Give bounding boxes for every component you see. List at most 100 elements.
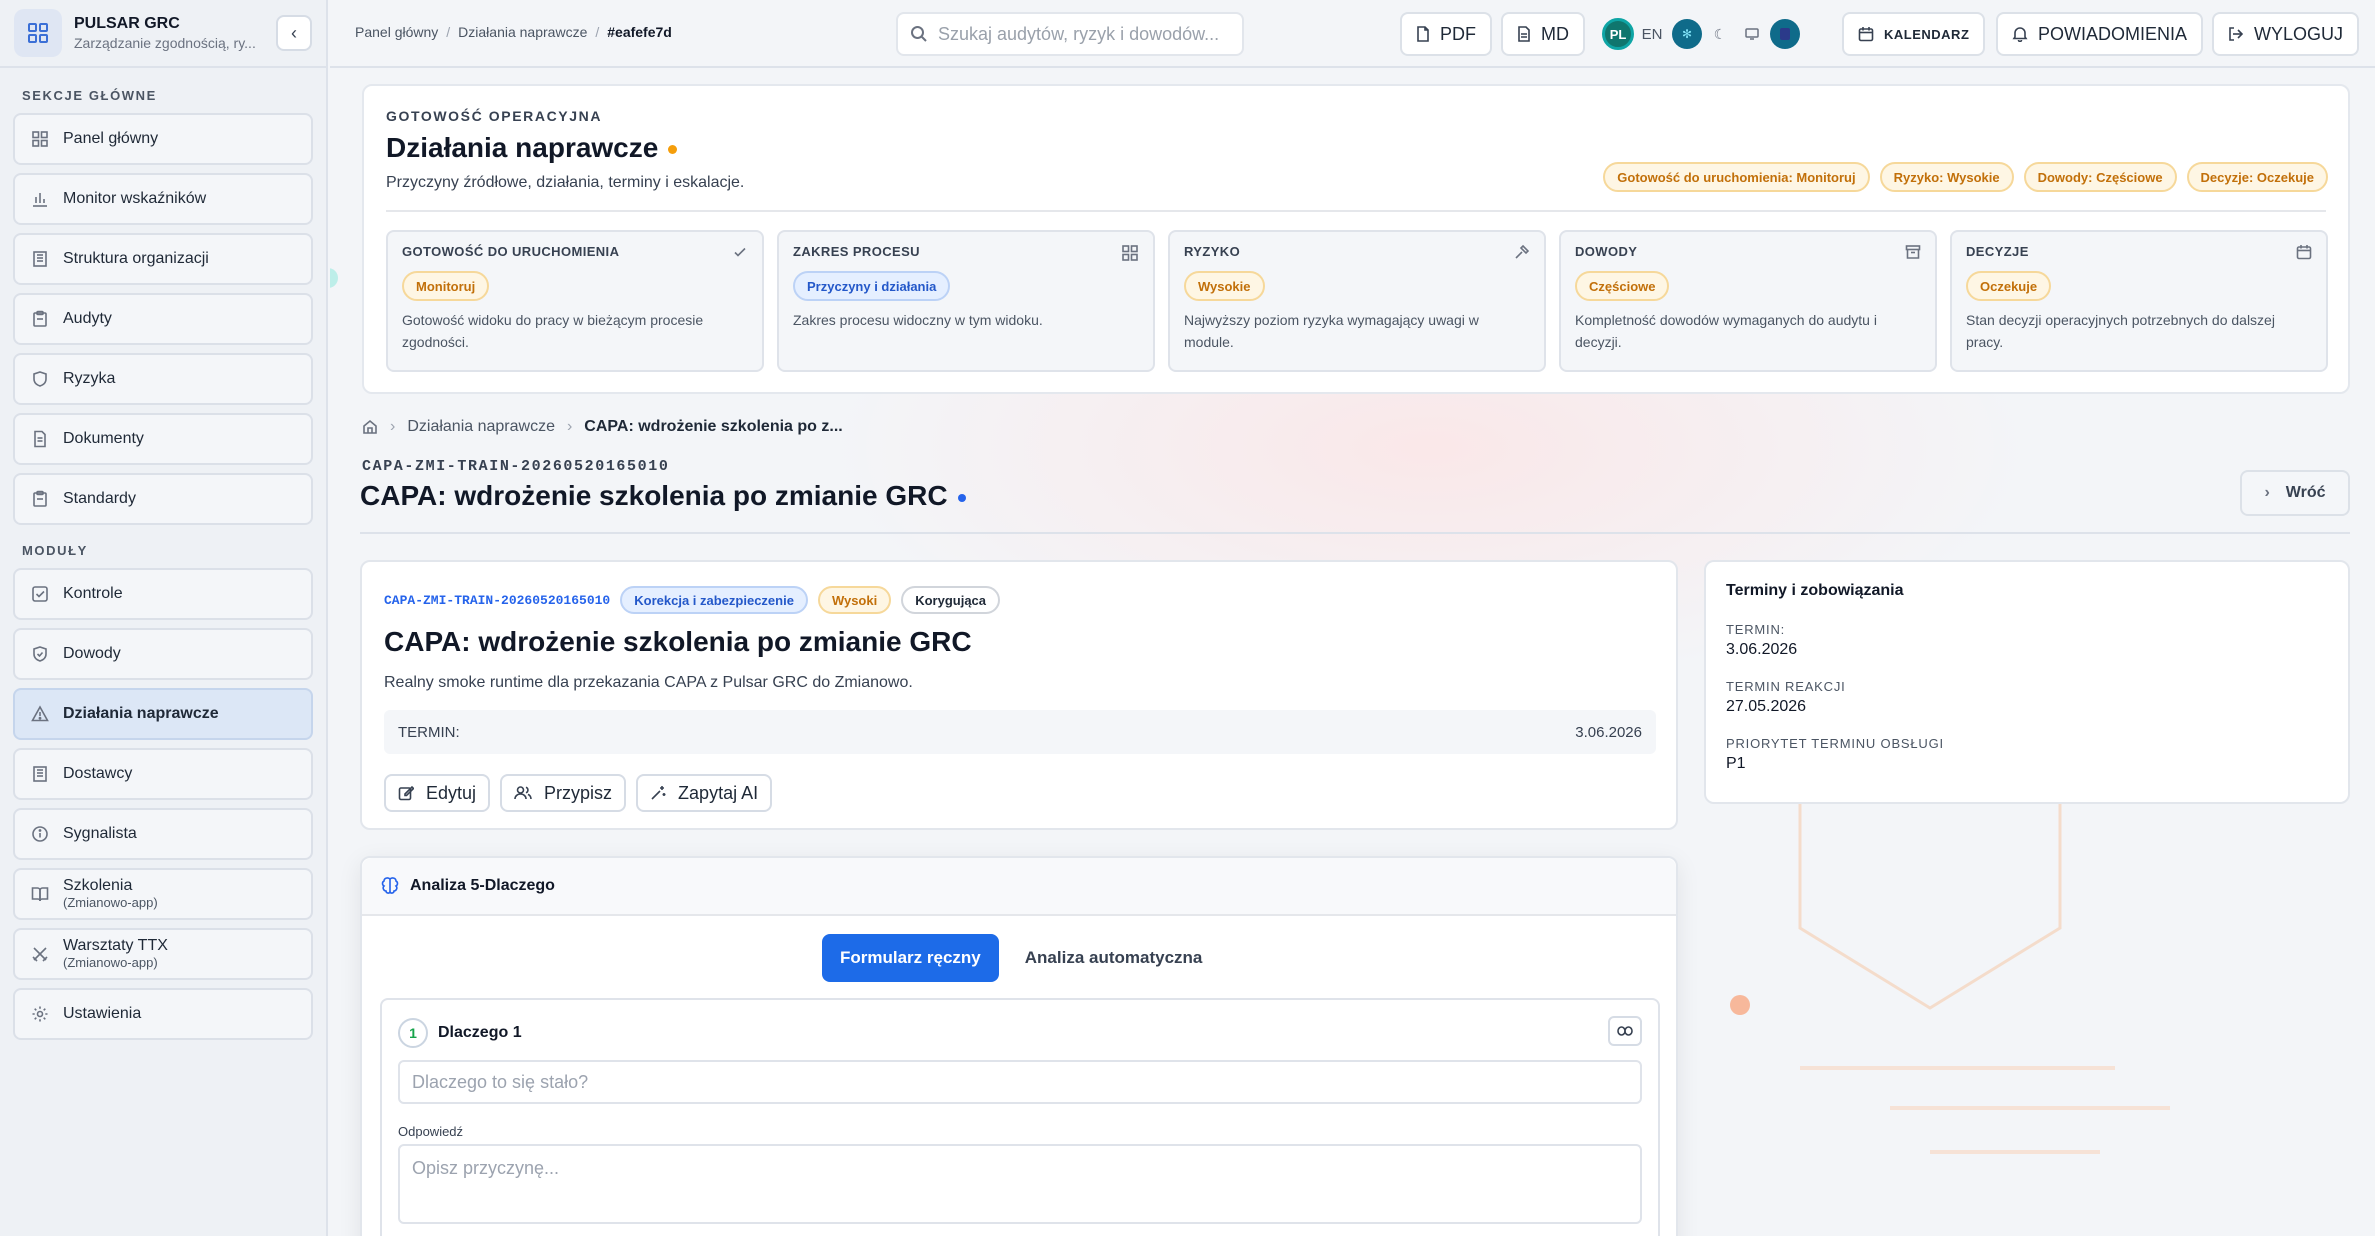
tab-manual-form[interactable]: Formularz ręczny xyxy=(822,934,999,982)
contrast-button[interactable] xyxy=(1770,19,1800,49)
chevron-right-icon: › xyxy=(390,418,396,435)
step-title: Dlaczego 1 xyxy=(438,1024,522,1041)
term-value: 3.06.2026 xyxy=(1726,641,1798,658)
shield-check-icon xyxy=(31,645,49,663)
export-md-button[interactable]: MD xyxy=(1501,12,1585,56)
sidebar-item-szkolenia[interactable]: Szkolenia (Zmianowo-app) xyxy=(13,868,313,920)
divider xyxy=(386,210,2326,212)
sidebar-item-panel-glowny[interactable]: Panel główny xyxy=(13,113,313,165)
theme-dark-button[interactable]: ☾ xyxy=(1704,18,1736,50)
sidebar-item-struktura-organizacji[interactable]: Struktura organizacji xyxy=(13,233,313,285)
hammer-icon xyxy=(1514,244,1530,265)
sidebar-item-dokumenty[interactable]: Dokumenty xyxy=(13,413,313,465)
why-question-input[interactable] xyxy=(398,1060,1642,1104)
notifications-button[interactable]: POWIADOMIENIA xyxy=(1996,12,2204,56)
breadcrumb-current-record: CAPA: wdrożenie szkolenia po z... xyxy=(584,418,843,435)
sidebar-item-dzialania-naprawcze[interactable]: Działania naprawcze xyxy=(13,688,313,740)
sidebar-item-dowody[interactable]: Dowody xyxy=(13,628,313,680)
theme-light-button[interactable]: ✻ xyxy=(1672,19,1702,49)
answer-label: Odpowiedź xyxy=(398,1124,464,1139)
breadcrumb-link-capa[interactable]: Działania naprawcze xyxy=(458,24,587,40)
sparkle-wand-icon xyxy=(651,786,666,800)
page-title: CAPA: wdrożenie szkolenia po zmianie GRC xyxy=(360,480,966,512)
app-subtitle: Zarządzanie zgodnością, ry... xyxy=(74,35,256,51)
book-icon xyxy=(31,885,49,903)
warning-icon xyxy=(31,705,49,723)
file-icon xyxy=(1417,26,1429,42)
sidebar-item-label: Ustawienia xyxy=(63,1005,142,1022)
sidebar-item-warsztaty-ttx[interactable]: Warsztaty TTX (Zmianowo-app) xyxy=(13,928,313,980)
status-dot xyxy=(668,145,678,155)
category-badge: Korekcja i zabezpieczenie xyxy=(620,586,808,614)
detail-breadcrumb: › Działania naprawcze › CAPA: wdrożenie … xyxy=(362,418,843,436)
edit-label: Edytuj xyxy=(426,782,477,803)
five-why-title: Analiza 5-Dlaczego xyxy=(410,877,555,894)
sidebar-item-label: Struktura organizacji xyxy=(63,250,209,267)
tile-title: RYZYKO xyxy=(1184,244,1241,259)
modules-label: MODUŁY xyxy=(22,543,88,558)
assign-button[interactable]: Przypisz xyxy=(500,774,627,812)
export-pdf-button[interactable]: PDF xyxy=(1400,12,1492,56)
breadcrumb-link-capa-list[interactable]: Działania naprawcze xyxy=(407,418,555,436)
main-sections-label: SEKCJE GŁÓWNE xyxy=(22,88,157,103)
ask-ai-button[interactable]: Zapytaj AI xyxy=(636,774,773,812)
sidebar-item-dostawcy[interactable]: Dostawcy xyxy=(13,748,313,800)
top-breadcrumb: Panel główny / Działania naprawcze / #eafefe… xyxy=(355,24,672,40)
home-icon[interactable] xyxy=(362,419,378,435)
calendar-icon xyxy=(2296,244,2312,265)
lang-pl-button[interactable]: PL xyxy=(1602,18,1634,50)
sidebar-item-title: Szkolenia xyxy=(63,877,133,895)
sidebar-item-ustawienia[interactable]: Ustawienia xyxy=(13,988,313,1040)
collapse-sidebar-button[interactable]: ‹ xyxy=(276,15,312,51)
page-title-text: CAPA: wdrożenie szkolenia po zmianie GRC xyxy=(360,480,948,511)
answer-textarea[interactable] xyxy=(398,1144,1642,1224)
contrast-icon xyxy=(1780,28,1790,40)
edit-button[interactable]: Edytuj xyxy=(384,774,491,812)
clipboard-icon xyxy=(31,490,49,508)
step-number: 1 xyxy=(398,1018,428,1048)
app-name: PULSAR GRC xyxy=(74,15,180,32)
sidebar-item-ryzyka[interactable]: Ryzyka xyxy=(13,353,313,405)
sidebar-item-sublabel: (Zmianowo-app) xyxy=(63,894,158,910)
info-icon xyxy=(31,825,49,843)
breadcrumb-link-dashboard[interactable]: Panel główny xyxy=(355,24,438,40)
tile-description: Gotowość widoku do pracy w bieżącym proc… xyxy=(402,312,704,351)
tile-badge: Wysokie xyxy=(1184,271,1265,301)
bell-icon xyxy=(2012,27,2028,42)
tile-description: Kompletność dowodów wymaganych do audytu… xyxy=(1575,312,1877,351)
terms-card: Terminy i zobowiązania TERMIN: 3.06.2026… xyxy=(1704,560,2350,804)
calendar-button[interactable]: KALENDARZ xyxy=(1842,12,1986,56)
back-button[interactable]: › Wróć xyxy=(2240,470,2350,516)
record-code[interactable]: CAPA-ZMI-TRAIN-20260520165010 xyxy=(384,593,610,608)
priority-value: P1 xyxy=(1726,755,1746,772)
logout-button[interactable]: WYLOGUJ xyxy=(2212,12,2360,56)
sidebar-item-audyty[interactable]: Audyty xyxy=(13,293,313,345)
app-logo-icon[interactable] xyxy=(14,9,62,57)
check-icon xyxy=(732,244,748,265)
five-why-header: Analiza 5-Dlaczego xyxy=(362,858,1676,916)
calendar-label: KALENDARZ xyxy=(1884,26,1970,42)
sidebar-item-kontrole[interactable]: Kontrole xyxy=(13,568,313,620)
deadline-label: TERMIN: xyxy=(398,723,460,741)
sidebar-item-label: Kontrole xyxy=(63,585,123,602)
tile-title: DOWODY xyxy=(1575,244,1638,259)
sidebar-item-standardy[interactable]: Standardy xyxy=(13,473,313,525)
lang-en-button[interactable]: EN xyxy=(1636,18,1668,50)
link-button[interactable] xyxy=(1608,1016,1642,1046)
search-placeholder: Szukaj audytów, ryzyk i dowodów... xyxy=(938,23,1220,44)
search-input[interactable]: Szukaj audytów, ryzyk i dowodów... xyxy=(896,12,1244,56)
calendar-icon xyxy=(1858,27,1874,42)
moon-icon: ☾ xyxy=(1713,25,1727,42)
tile-description: Stan decyzji operacyjnych potrzebnych do… xyxy=(1966,312,2275,351)
notifications-label: POWIADOMIENIA xyxy=(2038,23,2188,44)
sidebar-item-monitor-wskaznikow[interactable]: Monitor wskaźników xyxy=(13,173,313,225)
tab-auto-analysis[interactable]: Analiza automatyczna xyxy=(1007,934,1221,982)
sidebar-item-sygnalista[interactable]: Sygnalista xyxy=(13,808,313,860)
terms-title: Terminy i zobowiązania xyxy=(1726,582,1904,599)
tile-badge: Oczekuje xyxy=(1966,271,2052,301)
readiness-tile-zakres-procesu: ZAKRES PROCESU Przyczyny i działania Zakre… xyxy=(777,230,1155,372)
building-icon xyxy=(31,250,49,268)
readiness-tile-decyzje: DECYZJE Oczekuje Stan decyzji operacyjnych… xyxy=(1950,230,2328,372)
readiness-tile-ryzyko: RYZYKO Wysokie Najwyższy poziom ryzyka wym… xyxy=(1168,230,1546,372)
theme-system-button[interactable] xyxy=(1736,18,1768,50)
